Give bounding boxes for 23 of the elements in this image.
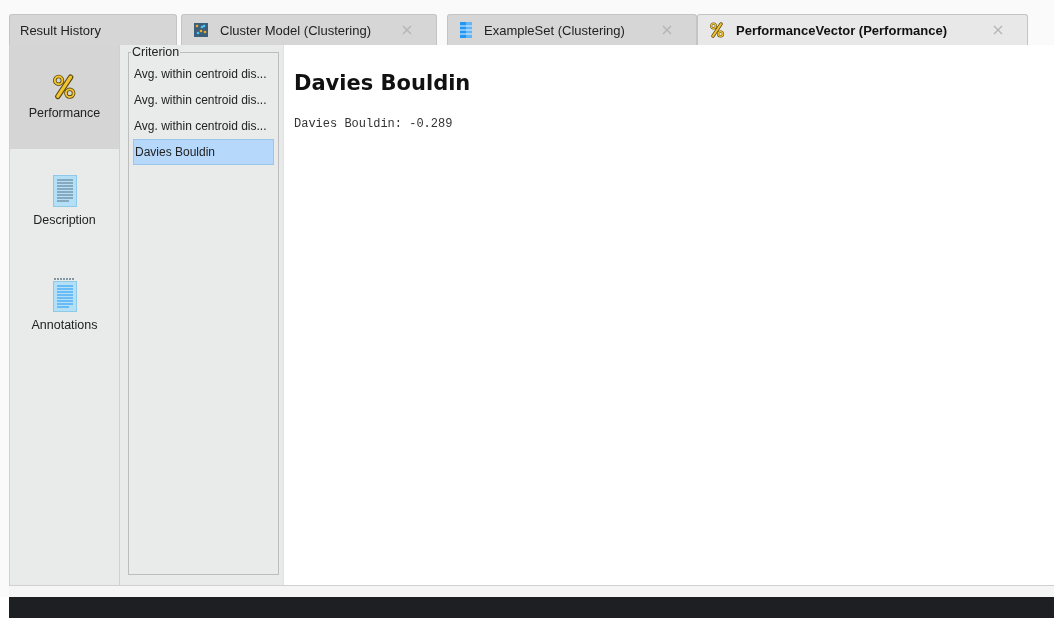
tab[interactable]: Cluster Model (Clustering) — [181, 14, 437, 45]
sidebar-item[interactable]: Description — [10, 149, 119, 253]
list-item[interactable]: Avg. within centroid dis... — [133, 113, 274, 139]
tab[interactable]: PerformanceVector (Performance) — [697, 14, 1028, 45]
percent-icon — [710, 22, 724, 38]
cluster-icon — [194, 23, 208, 37]
table-icon — [460, 22, 472, 38]
close-icon[interactable] — [402, 25, 412, 35]
close-icon[interactable] — [662, 25, 672, 35]
document-icon — [52, 175, 77, 207]
tab[interactable]: Result History — [9, 14, 177, 45]
tab[interactable]: ExampleSet (Clustering) — [447, 14, 697, 45]
list-item[interactable]: Davies Bouldin — [133, 139, 274, 165]
result-heading: Davies Bouldin — [294, 71, 472, 95]
sidebar-item[interactable]: Annotations — [10, 253, 119, 357]
result-text: Davies Bouldin: -0.289 — [294, 117, 454, 131]
notepad-icon — [52, 278, 77, 312]
list-item[interactable]: Avg. within centroid dis... — [133, 61, 274, 87]
list-item[interactable]: Avg. within centroid dis... — [133, 87, 274, 113]
close-icon[interactable] — [993, 25, 1003, 35]
sidebar-item[interactable]: Performance — [10, 45, 119, 149]
group-title: Criterion — [131, 45, 181, 59]
percent-icon — [53, 74, 76, 100]
